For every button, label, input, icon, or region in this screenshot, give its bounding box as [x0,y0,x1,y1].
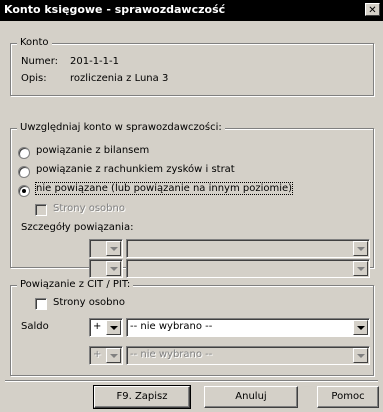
numer-label: Numer: [21,56,59,67]
chevron-down-icon[interactable] [106,241,121,256]
chevron-down-icon[interactable] [353,241,368,256]
saldo-sign-combo-2[interactable]: + [89,346,123,365]
konto-group-label: Konto [17,37,52,48]
chevron-down-icon[interactable] [106,261,121,276]
radio-nie-powiazane[interactable] [18,185,30,197]
szczegoly-label: Szczegóły powiązania: [21,222,134,233]
close-button[interactable]: ✕ [365,3,380,16]
title-bar: Konto księgowe - sprawozdawczość ✕ [0,0,383,21]
chevron-down-icon[interactable] [106,320,121,335]
saldo-selection-combo-2[interactable]: -- nie wybrano -- [126,346,370,365]
help-button[interactable]: Pomoc [317,386,379,408]
radio-selected-dot [22,189,26,193]
opis-value: rozliczenia z Luna 3 [70,73,169,84]
szczegoly-sign-combo-1[interactable] [89,239,123,258]
chevron-down-icon[interactable] [106,348,121,363]
szczegoly-sign-combo-2[interactable] [89,259,123,278]
chevron-down-icon[interactable] [353,320,368,335]
close-icon: ✕ [368,5,377,16]
strony-osobno-checkbox-2[interactable] [35,298,47,310]
opis-label: Opis: [21,73,47,84]
radio-rachunek-zyskow[interactable] [18,166,30,178]
strony-osobno-checkbox-1[interactable] [35,204,47,216]
window-title: Konto księgowe - sprawozdawczość [4,3,226,16]
saldo-selection-value: -- nie wybrano -- [130,321,213,332]
strony-osobno-label-2: Strony osobno [53,297,125,308]
cancel-button[interactable]: Anuluj [204,386,298,408]
saldo-label: Saldo [21,321,49,332]
save-button[interactable]: F9. Zapisz [93,385,191,409]
szczegoly-value-combo-1[interactable] [126,239,370,258]
saldo-sign-value: + [93,321,102,332]
sprawozdawczosc-group-label: Uwzględniaj konto w sprawozdawczości: [17,122,225,133]
strony-osobno-label-1: Strony osobno [53,203,125,214]
saldo-sign-combo[interactable]: + [89,318,123,337]
chevron-down-icon[interactable] [353,348,368,363]
chevron-down-icon[interactable] [353,261,368,276]
radio-rachunek-zyskow-label[interactable]: powiązanie z rachunkiem zysków i strat [36,164,235,175]
saldo-selection-combo[interactable]: -- nie wybrano -- [126,318,370,337]
radio-bilans-label[interactable]: powiązanie z bilansem [36,145,149,156]
konto-group: Konto [10,37,374,96]
cit-pit-group-label: Powiązanie z CIT / PIT: [17,279,134,290]
saldo-sign-value-2: + [93,349,102,360]
radio-nie-powiazane-label[interactable]: nie powiązane (lub powiązanie na innym p… [34,182,294,195]
numer-value: 201-1-1-1 [70,56,119,67]
szczegoly-value-combo-2[interactable] [126,259,370,278]
saldo-selection-value-2: -- nie wybrano -- [130,349,213,360]
radio-bilans[interactable] [18,147,30,159]
button-separator [5,380,378,382]
